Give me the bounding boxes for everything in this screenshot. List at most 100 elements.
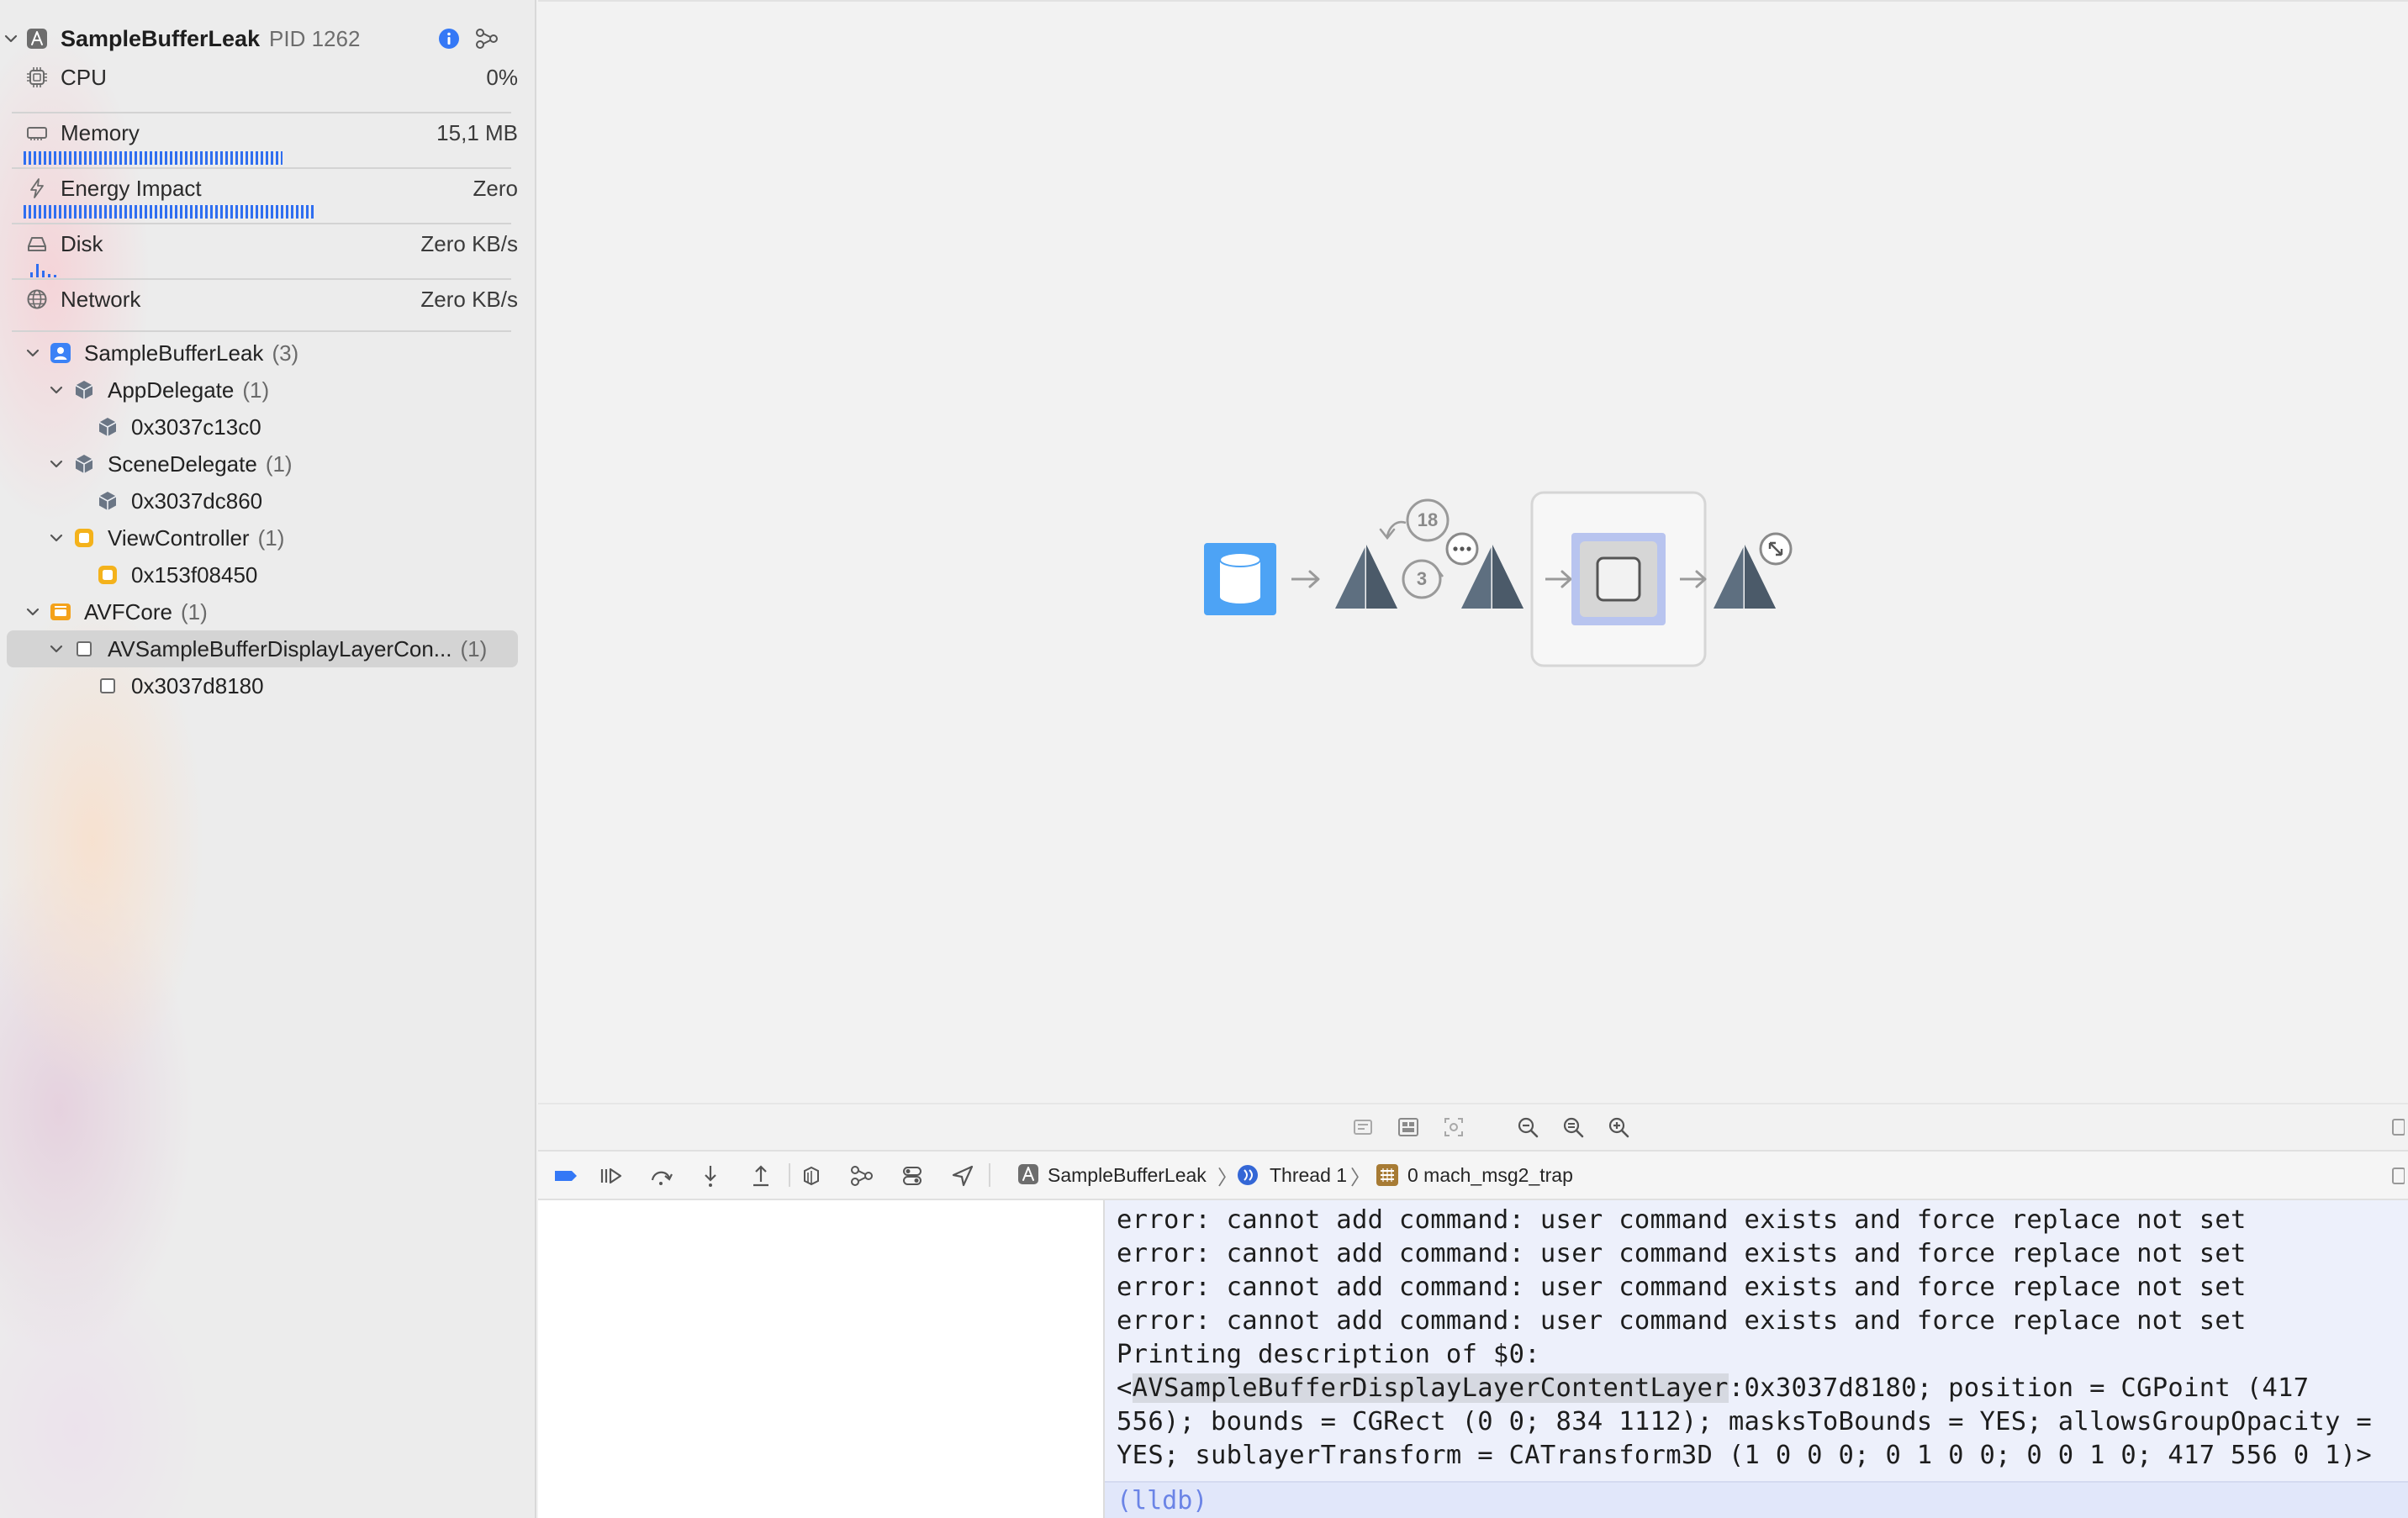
network-value: Zero KB/s	[420, 286, 518, 312]
focus-icon[interactable]	[1439, 1113, 1468, 1141]
gauge-cpu[interactable]: CPU 0%	[0, 59, 535, 96]
memory-value: 15,1 MB	[436, 119, 518, 145]
cube-icon	[72, 452, 96, 476]
console-line: YES; sublayerTransform = CATransform3D (…	[1117, 1441, 2373, 1470]
step-into-icon[interactable]	[696, 1162, 725, 1190]
chevron-down-icon[interactable]	[47, 455, 66, 473]
divider	[12, 112, 511, 113]
panel-toggle-icon[interactable]	[2388, 1162, 2405, 1190]
breadcrumb-frame[interactable]: 0 mach_msg2_trap	[1407, 1152, 1573, 1199]
zoom-out-icon[interactable]	[1513, 1113, 1542, 1141]
gauge-energy[interactable]: Energy Impact Zero	[0, 170, 535, 207]
console-input[interactable]: (lldb)	[1105, 1481, 2408, 1518]
debug-navigator: SampleBufferLeak PID 1262 CPU 0% Memory …	[0, 0, 536, 1518]
layer-icon	[72, 637, 96, 661]
console-line: Printing description of $0:	[1117, 1340, 1540, 1369]
divider	[12, 330, 511, 332]
divider	[989, 1163, 990, 1187]
memory-graph-icon[interactable]	[848, 1162, 876, 1190]
console-line: error: cannot add command: user command …	[1117, 1239, 2247, 1268]
more-icon[interactable]	[1445, 532, 1479, 566]
quick-look-icon[interactable]	[1349, 1113, 1377, 1141]
zoom-actual-icon[interactable]	[1559, 1113, 1587, 1141]
tree-label: AVSampleBufferDisplayLayerCon...	[108, 635, 452, 661]
cube-icon	[96, 489, 119, 513]
lldb-console[interactable]: error: cannot add command: user command …	[1105, 1200, 2408, 1518]
tree-count: (3)	[272, 340, 299, 366]
divider	[12, 223, 511, 224]
memory-graph	[1204, 491, 1793, 667]
cpu-value: 0%	[486, 64, 518, 90]
chevron-down-icon[interactable]	[47, 381, 66, 399]
variables-view[interactable]	[538, 1200, 1105, 1518]
process-header[interactable]: SampleBufferLeak PID 1262	[0, 20, 535, 57]
breadcrumb-chevron-icon: 〉	[1350, 1166, 1370, 1189]
framework-icon	[49, 600, 72, 624]
tree-label: AppDelegate	[108, 377, 235, 403]
chevron-down-icon[interactable]	[24, 603, 42, 621]
badge-count-bottom: 3	[1416, 568, 1428, 589]
environment-overrides-icon[interactable]	[898, 1162, 927, 1190]
tree-count: (1)	[181, 598, 208, 625]
memory-graph-canvas[interactable]: 18 3	[538, 0, 2408, 1103]
tree-count: (1)	[460, 635, 488, 661]
continue-icon[interactable]	[597, 1162, 626, 1190]
chevron-down-icon[interactable]	[2, 29, 20, 48]
person-icon	[49, 341, 72, 365]
thread-icon	[1236, 1163, 1259, 1187]
console-line: error: cannot add command: user command …	[1117, 1273, 2247, 1302]
tree-label: 0x153f08450	[131, 561, 258, 588]
tree-label: SceneDelegate	[108, 451, 257, 477]
object-node[interactable]	[1335, 545, 1397, 609]
layout-icon[interactable]	[1394, 1113, 1423, 1141]
memory-meter	[24, 151, 494, 165]
selected-node[interactable]	[1530, 491, 1707, 667]
console-line-description: <AVSampleBufferDisplayLayerContentLayer:…	[1117, 1373, 2309, 1403]
cpu-label: CPU	[61, 64, 107, 90]
network-label: Network	[61, 286, 141, 312]
energy-value: Zero	[473, 175, 518, 201]
chevron-down-icon[interactable]	[47, 640, 66, 658]
breadcrumb-process[interactable]: SampleBufferLeak	[1048, 1152, 1207, 1199]
stack-frame-icon	[1376, 1163, 1399, 1187]
tree-label: ViewController	[108, 524, 250, 551]
debug-bar: SampleBufferLeak 〉 Thread 1 〉 0 mach_msg…	[538, 1150, 2408, 1200]
root-node[interactable]	[1204, 543, 1276, 615]
breadcrumb-thread[interactable]: Thread 1	[1270, 1152, 1347, 1199]
expand-icon[interactable]	[1759, 532, 1793, 566]
cpu-icon	[25, 66, 49, 89]
gauge-network[interactable]: Network Zero KB/s	[0, 281, 535, 318]
badge-count-top: 18	[1417, 509, 1439, 530]
divider	[789, 1163, 790, 1187]
simulate-location-icon[interactable]	[948, 1162, 977, 1190]
chevron-down-icon[interactable]	[47, 529, 66, 547]
divider	[12, 278, 511, 280]
tree-label: SampleBufferLeak	[84, 340, 264, 366]
view-hierarchy-icon[interactable]	[797, 1162, 826, 1190]
gauge-disk[interactable]: Disk Zero KB/s	[0, 225, 535, 262]
cube-icon	[72, 378, 96, 402]
breadcrumb-chevron-icon: 〉	[1217, 1166, 1238, 1189]
step-over-icon[interactable]	[647, 1162, 676, 1190]
console-line: error: cannot add command: user command …	[1117, 1205, 2247, 1235]
tree-label: AVFCore	[84, 598, 172, 625]
lldb-prompt: (lldb)	[1117, 1486, 1208, 1515]
energy-meter-fill	[24, 205, 316, 219]
process-pid: PID 1262	[269, 25, 361, 51]
app-icon	[1017, 1163, 1041, 1187]
disk-label: Disk	[61, 230, 103, 256]
chevron-down-icon[interactable]	[24, 344, 42, 362]
energy-label: Energy Impact	[61, 175, 202, 201]
globe-icon	[25, 287, 49, 311]
tree-label: 0x3037d8180	[131, 672, 264, 698]
viewcontroller-icon	[96, 563, 119, 587]
gauge-memory[interactable]: Memory 15,1 MB	[0, 114, 535, 151]
cube-icon	[96, 415, 119, 439]
tree-count: (1)	[265, 451, 293, 477]
info-icon[interactable]	[437, 27, 461, 50]
step-out-icon[interactable]	[747, 1162, 775, 1190]
breakpoints-toggle-icon[interactable]	[552, 1162, 580, 1190]
memory-graph-icon[interactable]	[474, 26, 499, 51]
zoom-in-icon[interactable]	[1604, 1113, 1633, 1141]
panel-toggle-icon[interactable]	[2388, 1113, 2405, 1141]
